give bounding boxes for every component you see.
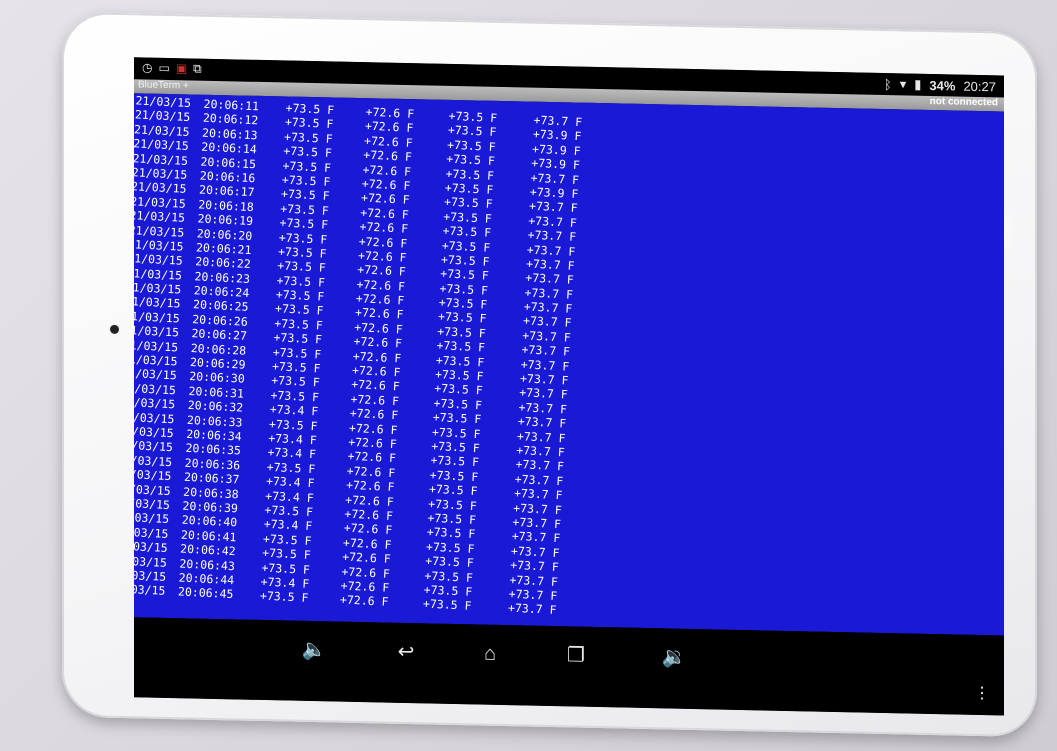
- volume-up-icon: 🔉: [661, 646, 687, 669]
- bluetooth-icon: ᛒ: [883, 76, 892, 92]
- volume-down-button[interactable]: 🔈: [294, 635, 334, 666]
- row-temp-3: +73.5 F: [422, 596, 472, 614]
- row-date: 21/03/15: [134, 509, 170, 527]
- row-date: 21/03/15: [134, 581, 166, 599]
- wifi-icon: ▾: [899, 76, 907, 92]
- back-icon: ↩: [397, 640, 415, 664]
- back-button[interactable]: ↩: [386, 637, 426, 668]
- row-temp-4: +73.7 F: [507, 600, 557, 618]
- row-date: 21/03/15: [134, 524, 169, 541]
- row-time: 20:06:45: [177, 584, 234, 602]
- connection-status: not connected: [929, 95, 998, 109]
- front-camera: [110, 324, 119, 334]
- row-date: 21/03/15: [134, 567, 167, 584]
- overflow-menu-icon: ⋮: [974, 684, 990, 703]
- row-date: 21/03/15: [134, 552, 168, 570]
- row-date: 21/03/15: [134, 480, 172, 498]
- card-icon: ▭: [158, 60, 170, 76]
- battery-level: 34%: [929, 77, 956, 94]
- tablet-device: ◷ ▭ ▣ ⧉ ᛒ ▾ ▮ 34% 20:27 BlueTerm + not c…: [62, 11, 1037, 738]
- row-temp-2: +72.6 F: [339, 592, 389, 609]
- row-date: 21/03/15: [134, 466, 172, 484]
- row-date: 21/03/15: [134, 538, 169, 556]
- clock-time: 20:27: [963, 78, 996, 94]
- overflow-menu-button[interactable]: ⋮: [974, 683, 990, 703]
- home-icon: ⌂: [483, 642, 497, 665]
- battery-icon: ▮: [914, 76, 922, 92]
- recent-apps-button[interactable]: ❐: [556, 640, 596, 671]
- clock-icon: ◷: [142, 60, 153, 75]
- status-left-icons: ◷ ▭ ▣ ⧉: [142, 60, 202, 76]
- row-temp-1: +73.5 F: [259, 588, 309, 606]
- app-title: BlueTerm +: [138, 79, 189, 92]
- volume-up-button[interactable]: 🔉: [654, 642, 694, 673]
- notification-icon: ▣: [175, 61, 188, 76]
- home-button[interactable]: ⌂: [470, 638, 510, 669]
- row-date: 21/03/15: [134, 495, 171, 512]
- volume-down-icon: 🔈: [301, 638, 327, 662]
- recent-apps-icon: ❐: [567, 644, 585, 667]
- terminal-area[interactable]: 21/03/15 20:06:11 +73.5 F +72.6 F +73.5 F +73…: [134, 93, 1004, 636]
- device-screen: ◷ ▭ ▣ ⧉ ᛒ ▾ ▮ 34% 20:27 BlueTerm + not c…: [134, 57, 1004, 716]
- navigation-bar: 🔈 ↩ ⌂ ❐ 🔉 ⋮: [134, 617, 1004, 716]
- terminal-output: 21/03/15 20:06:11 +73.5 F +72.6 F +73.5 F +73…: [134, 93, 614, 619]
- download-icon: ⧉: [193, 61, 202, 76]
- status-right: ᛒ ▾ ▮ 34% 20:27: [884, 76, 996, 94]
